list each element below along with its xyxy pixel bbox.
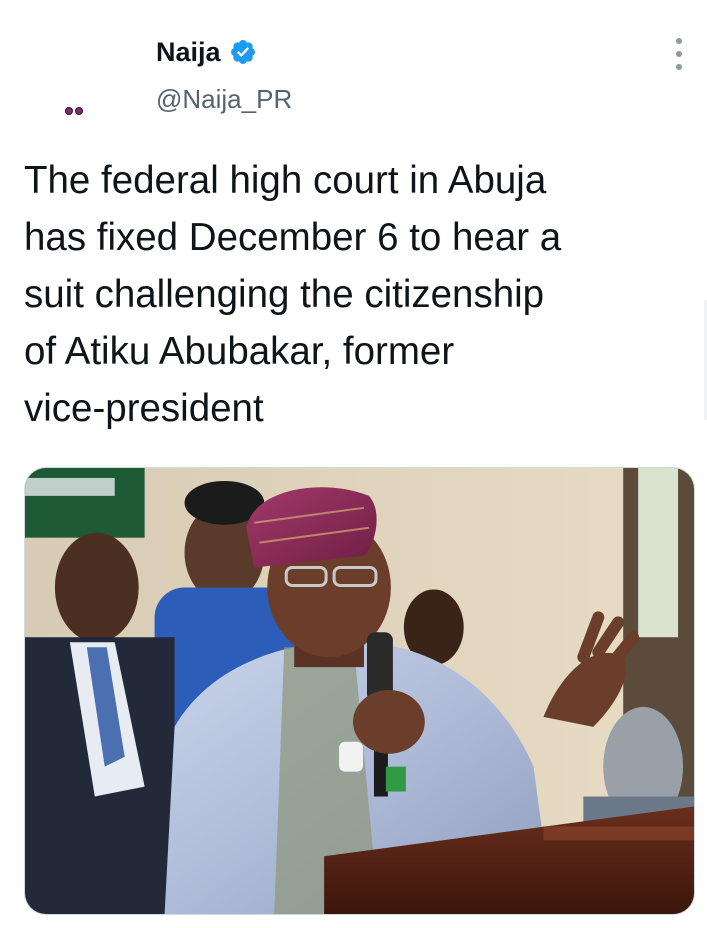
tweet-text: The federal high court in Abuja has fixe… — [24, 159, 562, 430]
avatar[interactable] — [52, 88, 98, 134]
verified-badge-icon — [230, 40, 255, 64]
user-handle[interactable]: @Naija_PR — [156, 84, 292, 115]
display-name[interactable]: Naija — [156, 37, 221, 68]
more-options-icon[interactable] — [669, 38, 689, 70]
avatar-icon — [65, 107, 85, 115]
user-name-row: Naija — [156, 34, 257, 70]
photo-illustration — [25, 468, 694, 914]
tweet-photo[interactable] — [24, 467, 695, 915]
